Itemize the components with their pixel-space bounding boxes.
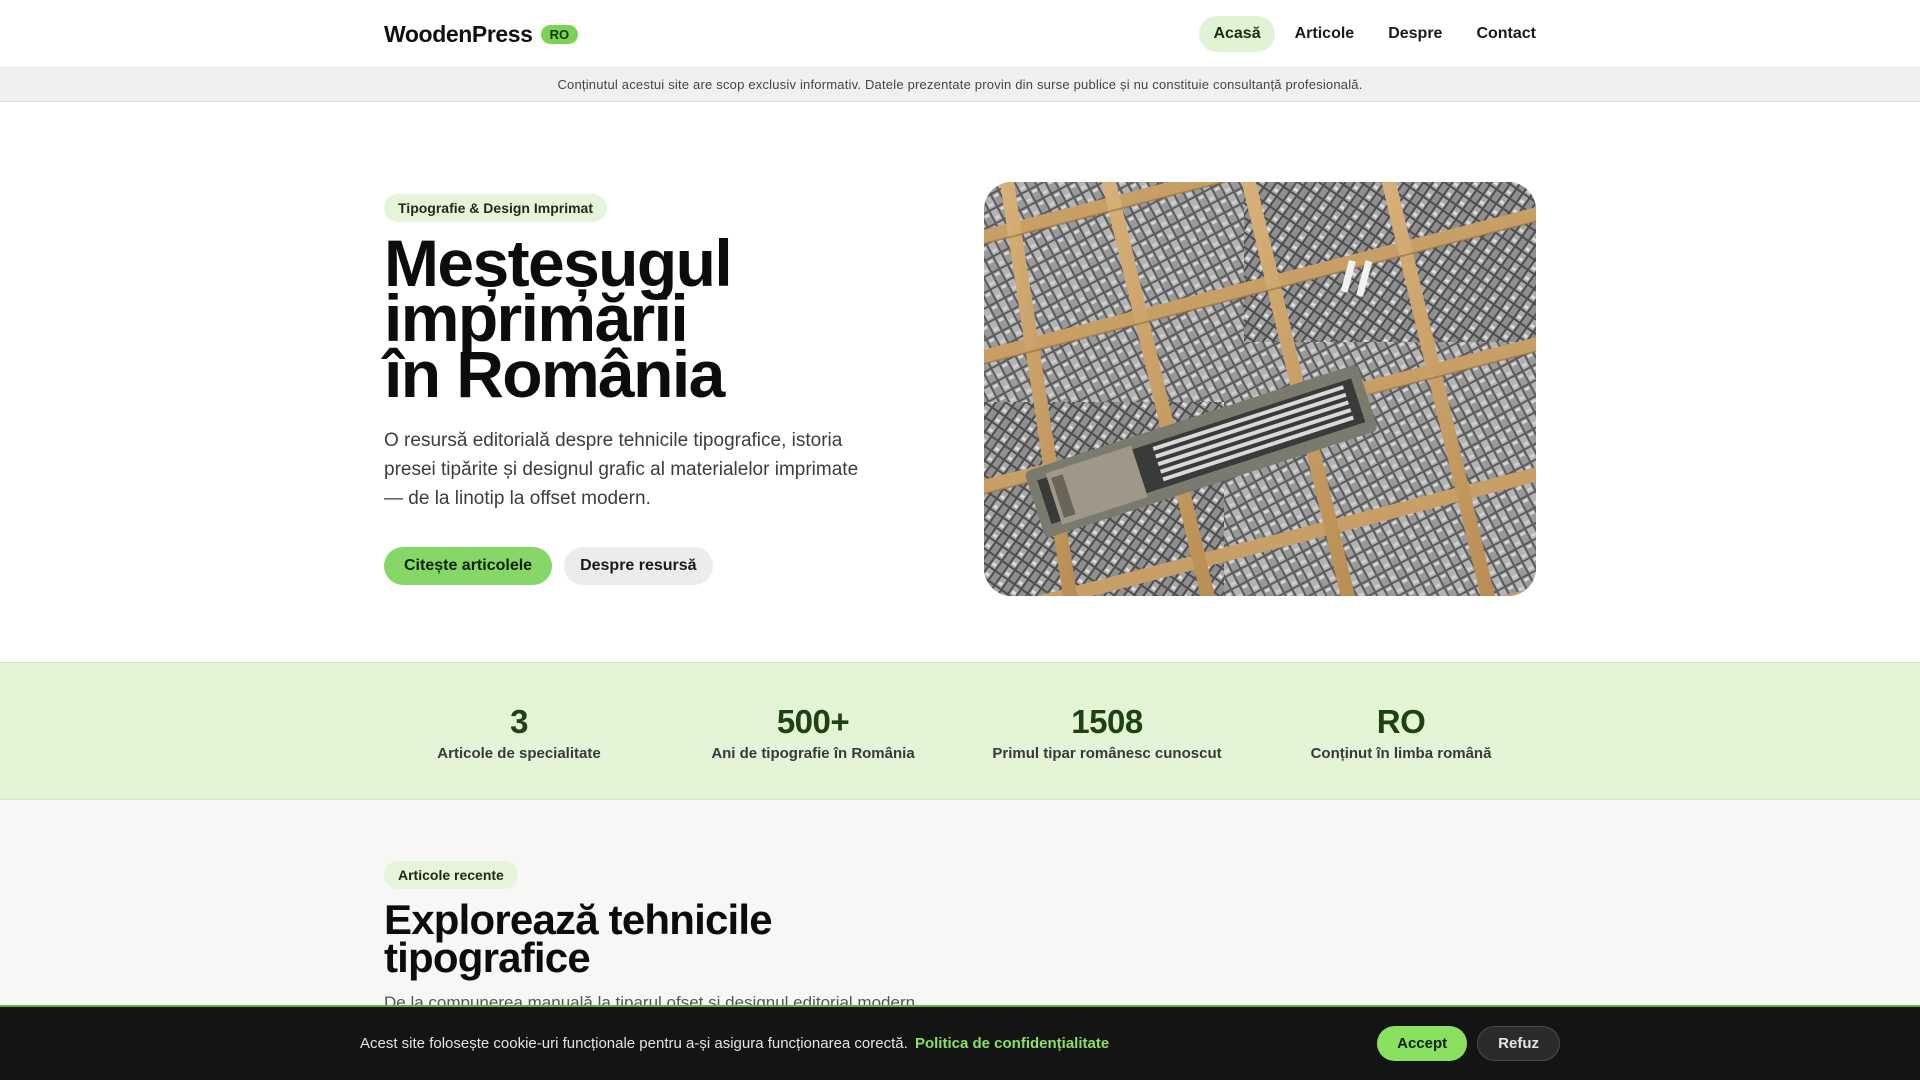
stat-value: 1508	[1071, 702, 1143, 740]
site-header: WoodenPress RO Acasă Articole Despre Con…	[0, 0, 1920, 68]
nav-item-contact[interactable]: Contact	[1462, 16, 1550, 52]
cookie-message: Acest site folosește cookie-uri funcțion…	[360, 1035, 908, 1052]
stat-item: 1508 Primul tipar românesc cunoscut	[960, 701, 1254, 762]
articles-tag: Articole recente	[384, 861, 518, 889]
language-badge: RO	[540, 24, 579, 44]
stat-label: Articole de specialitate	[437, 744, 601, 762]
stat-item: 500+ Ani de tipografie în România	[666, 701, 960, 762]
privacy-policy-link[interactable]: Politica de confidențialitate	[915, 1035, 1109, 1052]
stat-label: Primul tipar românesc cunoscut	[992, 744, 1222, 762]
type-case-illustration	[984, 182, 1536, 596]
nav-item-articole[interactable]: Articole	[1281, 16, 1369, 52]
hero-content: Tipografie & Design Imprimat Meșteșugul …	[384, 194, 944, 586]
stat-label: Conținut în limba română	[1310, 744, 1492, 762]
hero-title: Meșteșugul imprimării în România	[384, 230, 944, 411]
read-articles-button[interactable]: Citește articolele	[384, 547, 553, 586]
hero-section: Tipografie & Design Imprimat Meșteșugul …	[384, 102, 1536, 662]
cookie-buttons: Accept Refuz	[1377, 1026, 1560, 1061]
hero-description: O resursă editorială despre tehnicile ti…	[384, 430, 859, 510]
stat-item: 3 Articole de specialitate	[372, 701, 666, 762]
nav-item-acasa[interactable]: Acasă	[1199, 16, 1275, 52]
cookie-text-block: Acest site folosește cookie-uri funcțion…	[360, 1035, 1109, 1052]
cookie-refuse-button[interactable]: Refuz	[1477, 1026, 1560, 1061]
hero-buttons: Citește articolele Despre resursă	[384, 547, 944, 586]
stat-value: RO	[1376, 702, 1426, 740]
stat-value: 3	[510, 702, 528, 740]
about-resource-button[interactable]: Despre resursă	[564, 547, 713, 586]
logo-text[interactable]: WoodenPress	[384, 21, 533, 48]
hero-tag: Tipografie & Design Imprimat	[384, 194, 607, 222]
disclaimer-bar: Conținutul acestui site are scop exclusi…	[0, 68, 1920, 102]
cookie-banner: Acest site folosește cookie-uri funcțion…	[0, 1005, 1920, 1080]
cookie-accept-button[interactable]: Accept	[1377, 1026, 1468, 1061]
main-nav: Acasă Articole Despre Contact	[1199, 16, 1550, 52]
hero-image	[984, 182, 1536, 596]
logo[interactable]: WoodenPress RO	[384, 21, 579, 48]
stat-label: Ani de tipografie în România	[711, 744, 915, 762]
hero-title-line: în România	[384, 336, 725, 411]
nav-item-despre[interactable]: Despre	[1374, 16, 1456, 52]
articles-title: Explorează tehnicile tipografice	[384, 896, 773, 981]
stat-value: 500+	[776, 702, 850, 740]
stats-section: 3 Articole de specialitate 500+ Ani de t…	[0, 662, 1920, 800]
stat-item: RO Conținut în limba română	[1254, 701, 1548, 762]
